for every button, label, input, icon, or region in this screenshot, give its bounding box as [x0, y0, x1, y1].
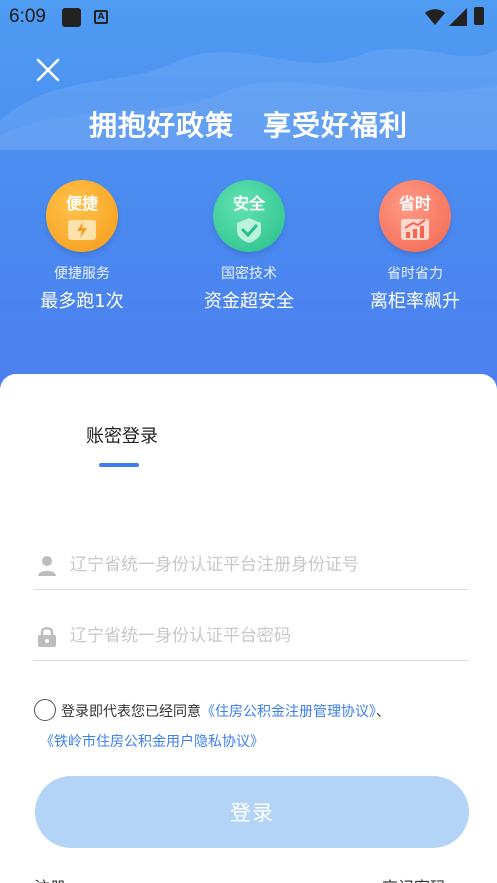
feature-sub: 省时省力	[387, 266, 443, 282]
keyboard-icon: A	[94, 10, 108, 24]
feature-secure: 安全 国密技术 资金超安全	[179, 180, 319, 313]
agreement-line-2: 《铁岭市住房公积金用户隐私协议》	[40, 726, 264, 758]
user-icon	[38, 556, 56, 576]
notification-icon	[62, 8, 81, 27]
timesaving-badge: 省时	[379, 180, 451, 252]
password-field	[34, 613, 469, 661]
wifi-icon	[425, 9, 445, 25]
feature-main: 最多跑1次	[40, 291, 124, 312]
signal-icon	[449, 8, 467, 26]
hero-title: 拥抱好政策 享受好福利	[88, 109, 408, 142]
status-time: 6:09	[9, 6, 46, 27]
login-button[interactable]: 登录	[35, 776, 469, 848]
password-input[interactable]	[70, 619, 465, 653]
battery-icon	[474, 7, 484, 25]
agreement-checkbox[interactable]	[34, 699, 56, 721]
register-link[interactable]: 注册	[34, 874, 66, 883]
feature-sub: 便捷服务	[54, 266, 110, 282]
agreement-line-1: 登录即代表您已经同意《住房公积金注册管理协议》、	[61, 696, 390, 728]
chart-up-icon	[401, 219, 429, 240]
id-number-input[interactable]	[70, 548, 465, 582]
registration-agreement-link[interactable]: 《住房公积金注册管理协议》	[201, 704, 376, 720]
feature-main: 资金超安全	[204, 291, 294, 312]
feature-convenient: 便捷 便捷服务 最多跑1次	[12, 180, 152, 313]
badge-label: 便捷	[65, 194, 98, 213]
hero-banner: 6:09 A 拥抱好政策 享受好福利 便捷 便捷服务 最多跑1次 安全 国密技术…	[0, 0, 497, 400]
forgot-password-link[interactable]: 忘记密码	[382, 874, 446, 883]
secure-badge: 安全	[213, 180, 285, 252]
convenient-badge: 便捷	[46, 180, 118, 252]
agreement-separator: 、	[376, 704, 390, 720]
badge-label: 省时	[398, 194, 431, 213]
agreement-text: 登录即代表您已经同意	[61, 704, 201, 720]
tab-password-login[interactable]: 账密登录	[86, 422, 158, 448]
feature-main: 离柜率飙升	[370, 291, 460, 312]
feature-sub: 国密技术	[221, 266, 277, 282]
login-card: 账密登录 登录即代表您已经同意《住房公积金注册管理协议》、 《铁岭市住房公积金用…	[0, 374, 497, 883]
shield-check-icon	[237, 218, 261, 243]
lock-icon	[38, 627, 56, 647]
status-bar: 6:09 A	[0, 0, 497, 34]
id-number-field	[34, 542, 469, 590]
badge-label: 安全	[232, 194, 265, 213]
privacy-agreement-link[interactable]: 《铁岭市住房公积金用户隐私协议》	[40, 734, 264, 750]
lightning-doc-icon	[68, 220, 96, 240]
feature-timesaving: 省时 省时省力 离柜率飙升	[345, 180, 485, 313]
close-icon[interactable]	[34, 56, 62, 84]
tab-indicator	[99, 463, 139, 467]
